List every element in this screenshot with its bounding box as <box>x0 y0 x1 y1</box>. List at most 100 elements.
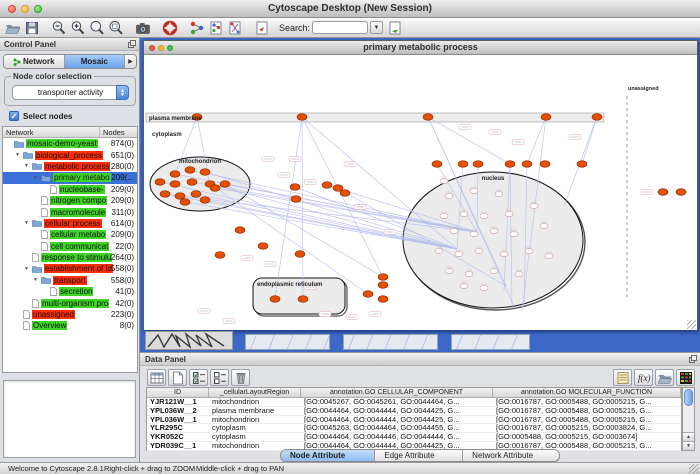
scroll-down-icon[interactable]: ▼ <box>683 441 694 450</box>
attribute-batch-icon[interactable] <box>613 369 632 386</box>
selected-network-node[interactable] <box>577 161 587 168</box>
expand-arrow-icon[interactable]: ▼ <box>32 277 39 283</box>
network-node[interactable] <box>530 203 538 208</box>
expand-arrow-icon[interactable]: ▼ <box>32 175 39 181</box>
selected-network-node[interactable] <box>180 199 190 206</box>
tree-row[interactable]: unassigned223(0) <box>3 309 137 320</box>
tree-row[interactable]: cell communicat22(0) <box>3 241 137 252</box>
open-folder-icon[interactable] <box>3 19 22 37</box>
layout-nodes-icon[interactable] <box>206 19 225 37</box>
selected-network-node[interactable] <box>473 161 483 168</box>
column-header[interactable]: _cellularLayoutRegion <box>209 388 301 397</box>
minimize-button[interactable] <box>21 5 29 13</box>
selected-network-node[interactable] <box>505 161 515 168</box>
selected-network-node[interactable] <box>200 197 210 204</box>
table-row[interactable]: YPL036W__1mitochondrion[GO:0044464, GO:0… <box>147 416 681 425</box>
selected-network-node[interactable] <box>458 161 468 168</box>
expand-arrow-icon[interactable]: ▼ <box>14 152 21 158</box>
tree-column-network[interactable]: Network <box>3 127 100 137</box>
save-icon[interactable] <box>22 19 41 37</box>
network-node[interactable] <box>525 248 533 253</box>
network-node[interactable] <box>495 191 503 196</box>
network-node[interactable] <box>515 271 523 276</box>
selected-network-node[interactable] <box>322 182 332 189</box>
network-node[interactable] <box>440 213 448 218</box>
network-node[interactable] <box>510 231 518 236</box>
tree-row[interactable]: secretion41(0) <box>3 286 137 297</box>
tab-network[interactable]: Network <box>4 55 65 68</box>
network-node[interactable] <box>460 211 468 216</box>
select-nodes-checkbox[interactable]: ✓ <box>9 111 19 121</box>
selected-network-node[interactable] <box>200 169 210 176</box>
background-window-fragment[interactable] <box>343 334 438 350</box>
tree-row[interactable]: ▼primary metabo209(... <box>3 172 137 183</box>
network-view-window[interactable]: primary metabolic process plasma membran… <box>143 40 698 330</box>
selected-network-node[interactable] <box>155 179 165 186</box>
search-input[interactable] <box>312 21 368 34</box>
node-color-dropdown[interactable]: transporter activity ▲▼ <box>12 85 129 100</box>
selected-network-node[interactable] <box>363 291 373 298</box>
network-node[interactable] <box>490 228 498 233</box>
selected-network-node[interactable] <box>220 181 230 188</box>
selected-network-node[interactable] <box>187 179 197 186</box>
zoom-window-button[interactable] <box>34 5 42 13</box>
function-builder-icon[interactable]: f(x) <box>634 369 653 386</box>
tab-edge-attribute-browser[interactable]: Edge Attribute Browser <box>375 450 463 461</box>
tree-row[interactable]: response to stimulu264(0) <box>3 252 137 263</box>
selected-network-node[interactable] <box>378 296 388 303</box>
tree-row[interactable]: ▼transport558(0) <box>3 275 137 286</box>
new-attribute-icon[interactable] <box>168 369 187 386</box>
network-window-titlebar[interactable]: primary metabolic process <box>144 41 697 55</box>
network-node[interactable] <box>465 271 473 276</box>
network-canvas[interactable]: plasma membranecytoplasmmitochondrionnuc… <box>144 56 697 330</box>
close-button[interactable] <box>8 5 16 13</box>
vizmapper-icon[interactable] <box>187 19 206 37</box>
network-node[interactable] <box>490 268 498 273</box>
selected-network-node[interactable] <box>378 282 388 289</box>
tree-row[interactable]: nitrogen compo209(0) <box>3 195 137 206</box>
tree-column-nodes[interactable]: Nodes <box>100 127 137 137</box>
zoom-out-icon[interactable] <box>49 19 68 37</box>
selected-network-node[interactable] <box>340 190 350 197</box>
network-node[interactable] <box>455 251 463 256</box>
selected-network-node[interactable] <box>540 161 550 168</box>
selected-network-node[interactable] <box>297 114 307 121</box>
snapshot-camera-icon[interactable] <box>133 19 152 37</box>
network-node[interactable] <box>505 211 513 216</box>
zoom-fit-icon[interactable] <box>87 19 106 37</box>
window-resize-grip[interactable] <box>689 464 699 474</box>
tree-row[interactable]: Overview8(0) <box>3 320 137 331</box>
select-attributes-icon[interactable] <box>189 369 208 386</box>
selected-network-node[interactable] <box>658 189 668 196</box>
network-node[interactable] <box>435 248 443 253</box>
network-node[interactable] <box>480 213 488 218</box>
selected-network-node[interactable] <box>676 189 686 196</box>
selected-network-node[interactable] <box>258 243 268 250</box>
float-panel-icon[interactable] <box>128 40 136 50</box>
selected-network-node[interactable] <box>541 114 551 121</box>
table-scrollbar[interactable]: ▲ ▼ <box>682 387 695 451</box>
selected-network-node[interactable] <box>160 191 170 198</box>
selected-network-node[interactable] <box>235 227 245 234</box>
table-row[interactable]: YLR295Ccytoplasm[GO:0045263, GO:0044464,… <box>147 424 681 433</box>
tab-network-attribute-browser[interactable]: Network Attribute Browser <box>463 450 559 461</box>
expand-arrow-icon[interactable]: ▼ <box>23 266 30 272</box>
layout-edges-icon[interactable] <box>225 19 244 37</box>
network-node[interactable] <box>480 285 488 290</box>
table-row[interactable]: YKR052Ccytoplasm[GO:0044464, GO:0044446,… <box>147 433 681 442</box>
background-window-fragment[interactable] <box>145 331 233 350</box>
close-icon[interactable] <box>149 45 155 51</box>
table-row[interactable]: YJR121W__1mitochondrion[GO:0045267, GO:0… <box>147 398 681 407</box>
selected-network-node[interactable] <box>295 251 305 258</box>
table-row[interactable]: YPL036W__2plasma membrane[GO:0044464, GO… <box>147 407 681 416</box>
background-window-fragment[interactable] <box>245 334 330 350</box>
network-node[interactable] <box>500 251 508 256</box>
network-node[interactable] <box>445 193 453 198</box>
search-dropdown-arrow[interactable]: ▼ <box>370 21 383 34</box>
selected-network-node[interactable] <box>298 296 308 303</box>
network-node[interactable] <box>545 253 553 258</box>
unselect-attributes-icon[interactable] <box>210 369 229 386</box>
resize-grip-icon[interactable] <box>687 320 696 329</box>
selected-network-node[interactable] <box>270 296 280 303</box>
zoom-in-icon[interactable] <box>68 19 87 37</box>
